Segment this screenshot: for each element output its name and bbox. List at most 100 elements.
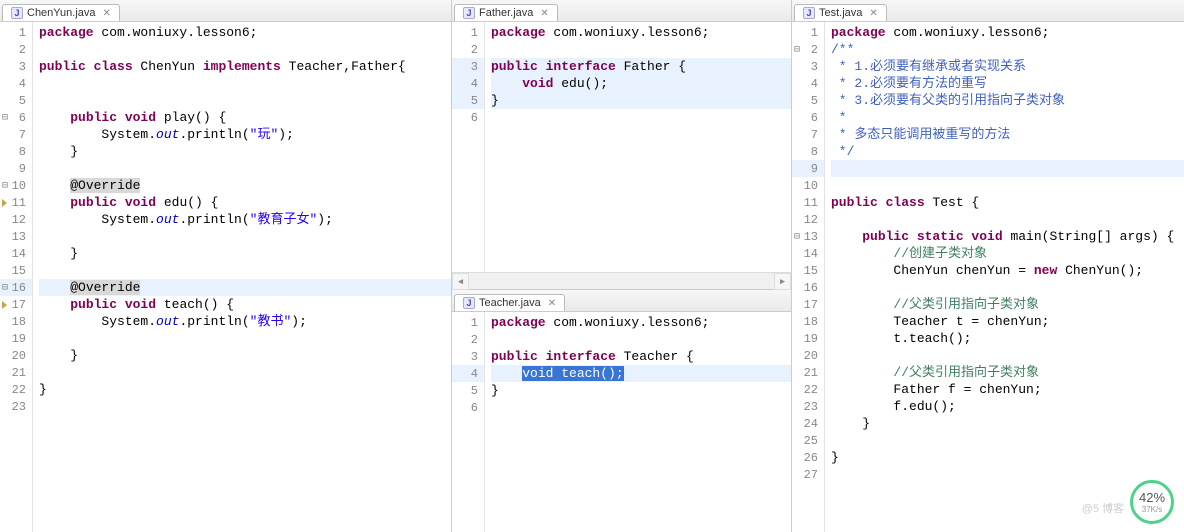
gutter-line: 15 <box>0 262 32 279</box>
code-line[interactable]: package com.woniuxy.lesson6; <box>39 24 451 41</box>
code-line[interactable] <box>39 228 451 245</box>
close-icon[interactable]: ✕ <box>545 298 556 309</box>
gutter-line: 17 <box>0 296 32 313</box>
code-line[interactable]: } <box>39 347 451 364</box>
gutter: 123456 <box>452 22 485 272</box>
code-line[interactable] <box>491 399 791 416</box>
fold-toggle-icon[interactable]: ⊟ <box>2 112 8 124</box>
code-line[interactable] <box>831 177 1184 194</box>
code-line[interactable]: public void edu() { <box>39 194 451 211</box>
fold-toggle-icon[interactable]: ⊟ <box>2 282 8 294</box>
code-line[interactable]: //父类引用指向子类对象 <box>831 296 1184 313</box>
code-line[interactable] <box>491 331 791 348</box>
close-icon[interactable]: ✕ <box>866 8 877 19</box>
code-line[interactable] <box>831 347 1184 364</box>
code-line[interactable]: //创建子类对象 <box>831 245 1184 262</box>
tab-chenyun[interactable]: J ChenYun.java ✕ <box>2 4 120 21</box>
code-line[interactable]: package com.woniuxy.lesson6; <box>491 24 791 41</box>
gutter-line: 15 <box>792 262 824 279</box>
fold-toggle-icon[interactable]: ⊟ <box>2 180 8 192</box>
code-line[interactable] <box>831 279 1184 296</box>
code-line[interactable]: public void play() { <box>39 109 451 126</box>
code-line[interactable]: } <box>39 381 451 398</box>
code-line[interactable]: Father f = chenYun; <box>831 381 1184 398</box>
code-line[interactable]: /** <box>831 41 1184 58</box>
tab-test[interactable]: J Test.java ✕ <box>794 4 887 21</box>
fold-toggle-icon[interactable]: ⊟ <box>794 231 800 243</box>
code-line[interactable]: System.out.println("教书"); <box>39 313 451 330</box>
code-line[interactable] <box>39 160 451 177</box>
code-body[interactable]: package com.woniuxy.lesson6; public inter… <box>485 22 791 272</box>
code-line[interactable]: * 1.必须要有继承或者实现关系 <box>831 58 1184 75</box>
code-line[interactable]: //父类引用指向子类对象 <box>831 364 1184 381</box>
tab-teacher[interactable]: J Teacher.java ✕ <box>454 294 565 311</box>
code-line[interactable] <box>39 364 451 381</box>
code-line[interactable]: public void teach() { <box>39 296 451 313</box>
scroll-track[interactable] <box>469 273 774 289</box>
gutter-line: 13⊟ <box>792 228 824 245</box>
code-line[interactable]: Teacher t = chenYun; <box>831 313 1184 330</box>
code-line[interactable] <box>831 211 1184 228</box>
code-line[interactable]: */ <box>831 143 1184 160</box>
java-file-icon: J <box>463 7 475 19</box>
scroll-right-icon[interactable]: ▸ <box>774 273 791 290</box>
code-line[interactable]: System.out.println("玩"); <box>39 126 451 143</box>
gutter-line: 6 <box>792 109 824 126</box>
code-line[interactable]: public interface Father { <box>491 58 791 75</box>
gutter-line: 2⊟ <box>792 41 824 58</box>
code-line[interactable]: } <box>831 415 1184 432</box>
code-line[interactable]: * 2.必须要有方法的重写 <box>831 75 1184 92</box>
code-body[interactable]: package com.woniuxy.lesson6;/** * 1.必须要有… <box>825 22 1184 532</box>
code-line[interactable] <box>39 41 451 58</box>
code-line[interactable]: public class Test { <box>831 194 1184 211</box>
code-line[interactable]: } <box>831 449 1184 466</box>
code-line[interactable]: * 3.必须要有父类的引用指向子类对象 <box>831 92 1184 109</box>
gutter-line: 1 <box>792 24 824 41</box>
code-line[interactable] <box>39 75 451 92</box>
code-area-test[interactable]: 12⊟345678910111213⊟141516171819202122232… <box>792 22 1184 532</box>
code-line[interactable]: } <box>491 382 791 399</box>
code-line[interactable]: package com.woniuxy.lesson6; <box>831 24 1184 41</box>
code-line[interactable]: public class ChenYun implements Teacher,… <box>39 58 451 75</box>
code-line[interactable]: void teach(); <box>491 365 791 382</box>
tab-father[interactable]: J Father.java ✕ <box>454 4 558 21</box>
close-icon[interactable]: ✕ <box>100 8 111 19</box>
code-body[interactable]: package com.woniuxy.lesson6; public inter… <box>485 312 791 532</box>
code-line[interactable]: } <box>39 143 451 160</box>
code-line[interactable]: package com.woniuxy.lesson6; <box>491 314 791 331</box>
code-body[interactable]: package com.woniuxy.lesson6; public class… <box>33 22 451 532</box>
code-area-father[interactable]: 123456 package com.woniuxy.lesson6; publi… <box>452 22 791 272</box>
code-line[interactable] <box>831 160 1184 177</box>
code-line[interactable]: * <box>831 109 1184 126</box>
code-area-teacher[interactable]: 123456 package com.woniuxy.lesson6;publi… <box>452 312 791 532</box>
code-line[interactable]: void edu(); <box>491 75 791 92</box>
code-line[interactable]: } <box>491 92 791 109</box>
code-line[interactable] <box>491 109 791 126</box>
code-line[interactable]: public interface Teacher { <box>491 348 791 365</box>
fold-toggle-icon[interactable]: ⊟ <box>794 44 800 56</box>
code-line[interactable]: t.teach(); <box>831 330 1184 347</box>
code-line[interactable] <box>39 330 451 347</box>
code-line[interactable]: @Override <box>39 177 451 194</box>
code-line[interactable]: f.edu(); <box>831 398 1184 415</box>
code-line[interactable] <box>39 262 451 279</box>
code-area-chenyun[interactable]: 123456⊟78910⊟111213141516⊟17181920212223… <box>0 22 451 532</box>
horizontal-scrollbar[interactable]: ◂ ▸ <box>452 272 791 289</box>
java-file-icon: J <box>803 7 815 19</box>
close-icon[interactable]: ✕ <box>537 8 548 19</box>
code-line[interactable]: public static void main(String[] args) { <box>831 228 1184 245</box>
gutter-line: 18 <box>792 313 824 330</box>
code-line[interactable] <box>831 466 1184 483</box>
code-line[interactable]: @Override <box>39 279 451 296</box>
code-line[interactable]: } <box>39 245 451 262</box>
code-line[interactable] <box>491 41 791 58</box>
code-line[interactable]: * 多态只能调用被重写的方法 <box>831 126 1184 143</box>
scroll-left-icon[interactable]: ◂ <box>452 273 469 290</box>
gutter: 12⊟345678910111213⊟141516171819202122232… <box>792 22 825 532</box>
gutter-line: 1 <box>452 24 484 41</box>
code-line[interactable] <box>39 92 451 109</box>
code-line[interactable]: System.out.println("教育子女"); <box>39 211 451 228</box>
code-line[interactable] <box>39 398 451 415</box>
code-line[interactable] <box>831 432 1184 449</box>
code-line[interactable]: ChenYun chenYun = new ChenYun(); <box>831 262 1184 279</box>
